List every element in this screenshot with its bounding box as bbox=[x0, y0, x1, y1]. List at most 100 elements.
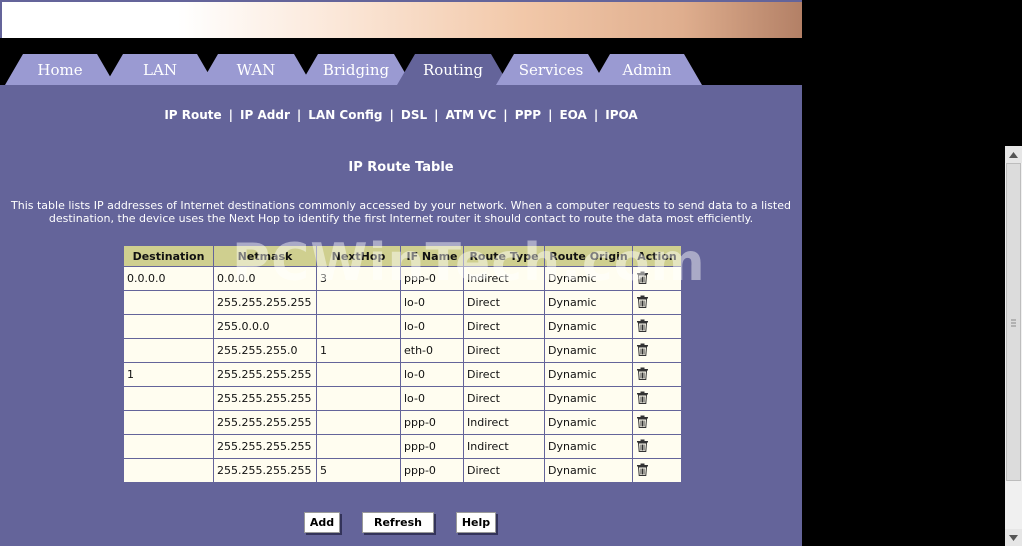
cell-destination bbox=[123, 338, 214, 363]
scroll-down-icon[interactable] bbox=[1005, 529, 1022, 546]
cell-destination bbox=[123, 434, 214, 459]
tab-services[interactable]: Services bbox=[496, 54, 606, 85]
cell-route-type: Direct bbox=[463, 290, 545, 315]
trash-icon[interactable] bbox=[636, 295, 649, 311]
subnav-atm-vc[interactable]: ATM VC bbox=[444, 108, 499, 122]
cell-action bbox=[632, 290, 682, 315]
subnav-ipoa[interactable]: IPOA bbox=[603, 108, 639, 122]
vertical-scrollbar[interactable] bbox=[1005, 146, 1022, 546]
cell-netmask: 255.0.0.0 bbox=[213, 314, 317, 339]
cell-ifname: ppp-0 bbox=[400, 410, 464, 435]
col-destination: Destination bbox=[123, 245, 214, 267]
cell-nexthop bbox=[316, 410, 401, 435]
page-viewport: Home LAN WAN Bridging Routing Services A… bbox=[0, 0, 802, 546]
cell-netmask: 0.0.0.0 bbox=[213, 266, 317, 291]
cell-route-origin: Dynamic bbox=[544, 410, 633, 435]
col-netmask: Netmask bbox=[213, 245, 317, 267]
subnav-separator: | bbox=[593, 108, 599, 122]
cell-nexthop: 3 bbox=[316, 266, 401, 291]
table-row: 255.255.255.0 1 eth-0 Direct Dynamic bbox=[123, 338, 682, 363]
cell-action bbox=[632, 362, 682, 387]
cell-ifname: lo-0 bbox=[400, 314, 464, 339]
cell-route-type: Direct bbox=[463, 458, 545, 483]
cell-route-type: Direct bbox=[463, 386, 545, 411]
table-row: 255.255.255.255 ppp-0 Indirect Dynamic bbox=[123, 434, 682, 459]
trash-icon[interactable] bbox=[636, 463, 649, 479]
table-row: 255.255.255.255 ppp-0 Indirect Dynamic bbox=[123, 410, 682, 435]
cell-nexthop bbox=[316, 290, 401, 315]
table-row: 0.0.0.0 0.0.0.0 3 ppp-0 Indirect Dynamic bbox=[123, 266, 682, 291]
cell-nexthop: 5 bbox=[316, 458, 401, 483]
col-route-type: Route Type bbox=[463, 245, 545, 267]
cell-route-type: Direct bbox=[463, 314, 545, 339]
cell-netmask: 255.255.255.255 bbox=[213, 410, 317, 435]
tab-home-label: Home bbox=[37, 60, 83, 79]
add-button[interactable]: Add bbox=[304, 512, 340, 533]
tab-wan[interactable]: WAN bbox=[200, 54, 312, 85]
subnav-separator: | bbox=[389, 108, 394, 122]
scrollbar-thumb[interactable] bbox=[1006, 163, 1021, 481]
page-title: IP Route Table bbox=[348, 160, 454, 175]
cell-action bbox=[632, 410, 682, 435]
cell-destination bbox=[123, 386, 214, 411]
subnav-separator: | bbox=[228, 108, 234, 122]
cell-destination: 0.0.0.0 bbox=[123, 266, 214, 291]
tab-lan-label: LAN bbox=[143, 60, 177, 79]
tab-lan[interactable]: LAN bbox=[105, 54, 215, 85]
trash-icon[interactable] bbox=[636, 415, 649, 431]
cell-action bbox=[632, 314, 682, 339]
cell-route-origin: Dynamic bbox=[544, 314, 633, 339]
cell-route-origin: Dynamic bbox=[544, 434, 633, 459]
page-description: This table lists IP addresses of Interne… bbox=[11, 199, 791, 225]
tab-admin[interactable]: Admin bbox=[592, 54, 702, 85]
tab-admin-label: Admin bbox=[622, 60, 672, 79]
subnav-ppp[interactable]: PPP bbox=[513, 108, 543, 122]
subnav-separator: | bbox=[434, 108, 439, 122]
cell-nexthop bbox=[316, 434, 401, 459]
subnav-ip-addr[interactable]: IP Addr bbox=[238, 108, 292, 122]
cell-ifname: ppp-0 bbox=[400, 458, 464, 483]
cell-route-type: Direct bbox=[463, 362, 545, 387]
trash-icon[interactable] bbox=[636, 271, 649, 287]
subnav-dsl[interactable]: DSL bbox=[399, 108, 429, 122]
refresh-button[interactable]: Refresh bbox=[362, 512, 434, 533]
col-ifname: IF Name bbox=[400, 245, 464, 267]
cell-action bbox=[632, 386, 682, 411]
cell-action bbox=[632, 266, 682, 291]
trash-icon[interactable] bbox=[636, 439, 649, 455]
cell-ifname: ppp-0 bbox=[400, 434, 464, 459]
subnav-eoa[interactable]: EOA bbox=[557, 108, 588, 122]
subnav-lan-config[interactable]: LAN Config bbox=[306, 108, 384, 122]
help-button[interactable]: Help bbox=[456, 512, 496, 533]
trash-icon[interactable] bbox=[636, 367, 649, 383]
cell-route-type: Indirect bbox=[463, 434, 545, 459]
table-row: 1 255.255.255.255 lo-0 Direct Dynamic bbox=[123, 362, 682, 387]
table-row: 255.255.255.255 lo-0 Direct Dynamic bbox=[123, 290, 682, 315]
cell-action bbox=[632, 434, 682, 459]
tab-home[interactable]: Home bbox=[5, 54, 115, 85]
cell-destination bbox=[123, 458, 214, 483]
trash-icon[interactable] bbox=[636, 343, 649, 359]
cell-ifname: ppp-0 bbox=[400, 266, 464, 291]
cell-route-type: Indirect bbox=[463, 266, 545, 291]
cell-nexthop: 1 bbox=[316, 338, 401, 363]
cell-action bbox=[632, 458, 682, 483]
tab-bridging[interactable]: Bridging bbox=[300, 54, 412, 85]
trash-icon[interactable] bbox=[636, 391, 649, 407]
cell-route-origin: Dynamic bbox=[544, 290, 633, 315]
subnav-ip-route[interactable]: IP Route bbox=[162, 108, 223, 122]
cell-route-origin: Dynamic bbox=[544, 266, 633, 291]
cell-ifname: lo-0 bbox=[400, 386, 464, 411]
subnav-separator: | bbox=[503, 108, 508, 122]
col-action: Action bbox=[632, 245, 682, 267]
table-header-row: Destination Netmask NextHop IF Name Rout… bbox=[123, 245, 682, 267]
table-row: 255.255.255.255 lo-0 Direct Dynamic bbox=[123, 386, 682, 411]
cell-ifname: lo-0 bbox=[400, 362, 464, 387]
scroll-up-icon[interactable] bbox=[1005, 146, 1022, 163]
cell-route-type: Indirect bbox=[463, 410, 545, 435]
trash-icon[interactable] bbox=[636, 319, 649, 335]
tab-routing[interactable]: Routing bbox=[397, 54, 509, 85]
cell-destination bbox=[123, 290, 214, 315]
cell-route-origin: Dynamic bbox=[544, 458, 633, 483]
cell-destination bbox=[123, 314, 214, 339]
